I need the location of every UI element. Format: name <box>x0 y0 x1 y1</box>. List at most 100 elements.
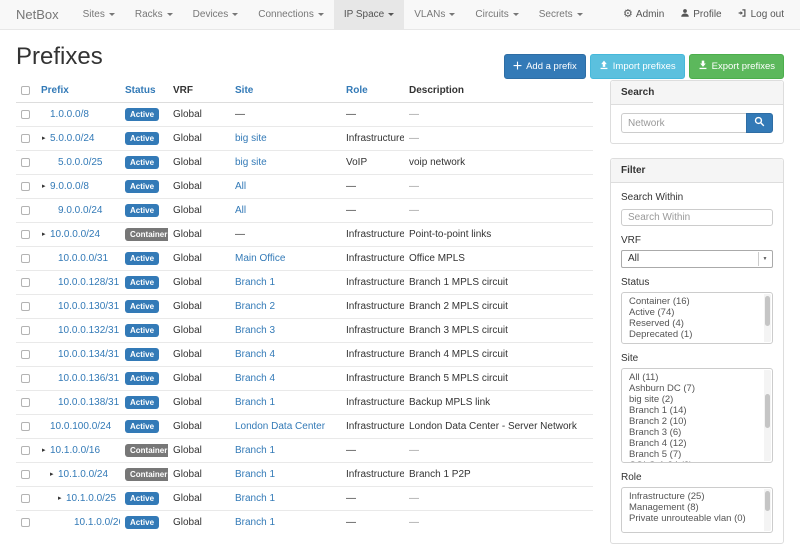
prefix-link[interactable]: 10.1.0.0/26 <box>74 517 120 528</box>
listbox-option[interactable]: Private unrouteable vlan (0) <box>622 513 762 524</box>
prefix-link[interactable]: 10.0.0.134/31 <box>58 349 119 360</box>
nav-item-sites[interactable]: Sites <box>73 0 125 29</box>
row-checkbox[interactable] <box>21 518 30 527</box>
nav-item-devices[interactable]: Devices <box>183 0 249 29</box>
row-checkbox[interactable] <box>21 302 30 311</box>
prefix-link[interactable]: 1.0.0.0/8 <box>50 109 89 120</box>
prefix-link[interactable]: 10.0.0.0/31 <box>58 253 108 264</box>
search-within-input[interactable] <box>621 209 773 226</box>
listbox-option[interactable]: Branch 3 (6) <box>622 427 762 438</box>
nav-profile-button[interactable]: Profile <box>672 0 729 29</box>
expand-caret-icon[interactable]: ▸ <box>42 446 50 454</box>
expand-caret-icon[interactable]: ▸ <box>42 182 50 190</box>
column-header-status[interactable]: Status <box>120 80 168 103</box>
row-checkbox[interactable] <box>21 494 30 503</box>
listbox-option[interactable]: Ashburn DC (7) <box>622 383 762 394</box>
row-checkbox[interactable] <box>21 374 30 383</box>
site-link[interactable]: big site <box>235 133 267 144</box>
site-link[interactable]: Branch 4 <box>235 373 275 384</box>
search-button[interactable] <box>746 113 773 133</box>
row-checkbox[interactable] <box>21 470 30 479</box>
row-checkbox[interactable] <box>21 206 30 215</box>
brand-link[interactable]: NetBox <box>0 0 73 29</box>
expand-caret-icon[interactable]: ▸ <box>58 494 66 502</box>
row-checkbox[interactable] <box>21 398 30 407</box>
row-checkbox[interactable] <box>21 230 30 239</box>
row-checkbox[interactable] <box>21 446 30 455</box>
expand-caret-icon[interactable]: ▸ <box>42 230 50 238</box>
site-link[interactable]: All <box>235 181 246 192</box>
role-listbox[interactable]: Infrastructure (25)Management (8)Private… <box>621 487 773 533</box>
site-link[interactable]: Branch 1 <box>235 445 275 456</box>
nav-item-racks[interactable]: Racks <box>125 0 183 29</box>
listbox-option[interactable]: Infrastructure (25) <box>622 491 762 502</box>
prefix-link[interactable]: 10.0.0.0/24 <box>50 229 100 240</box>
row-checkbox[interactable] <box>21 350 30 359</box>
row-checkbox[interactable] <box>21 134 30 143</box>
prefix-link[interactable]: 10.0.0.128/31 <box>58 277 119 288</box>
export-prefixes-button[interactable]: Export prefixes <box>689 54 784 79</box>
prefix-link[interactable]: 9.0.0.0/8 <box>50 181 89 192</box>
nav-item-secrets[interactable]: Secrets <box>529 0 593 29</box>
prefix-link[interactable]: 9.0.0.0/24 <box>58 205 102 216</box>
row-checkbox[interactable] <box>21 254 30 263</box>
scrollbar-thumb[interactable] <box>765 394 770 428</box>
prefix-link[interactable]: 10.0.0.132/31 <box>58 325 119 336</box>
listbox-option[interactable]: Branch 2 (10) <box>622 416 762 427</box>
site-link[interactable]: Branch 1 <box>235 517 275 528</box>
prefix-link[interactable]: 5.0.0.0/24 <box>50 133 94 144</box>
import-prefixes-button[interactable]: Import prefixes <box>590 54 685 79</box>
column-header-prefix[interactable]: Prefix <box>36 80 120 103</box>
prefix-link[interactable]: 10.0.0.138/31 <box>58 397 119 408</box>
nav-log-out-button[interactable]: Log out <box>730 0 792 29</box>
prefix-link[interactable]: 10.0.0.136/31 <box>58 373 119 384</box>
row-checkbox[interactable] <box>21 158 30 167</box>
site-link[interactable]: Branch 1 <box>235 469 275 480</box>
site-listbox[interactable]: All (11)Ashburn DC (7)big site (2)Branch… <box>621 368 773 463</box>
prefix-link[interactable]: 5.0.0.0/25 <box>58 157 102 168</box>
expand-caret-icon[interactable]: ▸ <box>50 470 58 478</box>
vrf-select[interactable]: All▼ <box>621 250 773 268</box>
site-link[interactable]: Branch 3 <box>235 325 275 336</box>
site-link[interactable]: London Data Center <box>235 421 325 432</box>
listbox-option[interactable]: All (11) <box>622 372 762 383</box>
nav-admin-button[interactable]: ⚙Admin <box>615 0 672 29</box>
site-link[interactable]: Branch 1 <box>235 397 275 408</box>
expand-caret-icon[interactable]: ▸ <box>42 134 50 142</box>
site-link[interactable]: Main Office <box>235 253 285 264</box>
site-link[interactable]: Branch 1 <box>235 277 275 288</box>
column-header-role[interactable]: Role <box>341 80 404 103</box>
prefix-link[interactable]: 10.1.0.0/24 <box>58 469 108 480</box>
listbox-option[interactable]: Reserved (4) <box>622 318 762 329</box>
site-link[interactable]: Branch 2 <box>235 301 275 312</box>
nav-item-vlans[interactable]: VLANs <box>404 0 465 29</box>
site-link[interactable]: All <box>235 205 246 216</box>
column-header-site[interactable]: Site <box>230 80 341 103</box>
listbox-option[interactable]: big site (2) <box>622 394 762 405</box>
select-all-checkbox[interactable] <box>21 86 30 95</box>
nav-item-connections[interactable]: Connections <box>248 0 334 29</box>
listbox-option[interactable]: Branch 1 (14) <box>622 405 762 416</box>
scrollbar-thumb[interactable] <box>765 491 770 511</box>
listbox-option[interactable]: Active (74) <box>622 307 762 318</box>
prefix-link[interactable]: 10.1.0.0/25 <box>66 493 116 504</box>
prefix-link[interactable]: 10.0.0.130/31 <box>58 301 119 312</box>
row-checkbox[interactable] <box>21 110 30 119</box>
prefix-link[interactable]: 10.0.100.0/24 <box>50 421 111 432</box>
row-checkbox[interactable] <box>21 422 30 431</box>
nav-item-ip-space[interactable]: IP Space <box>334 0 404 29</box>
listbox-option[interactable]: Branch 4 (12) <box>622 438 762 449</box>
site-link[interactable]: Branch 1 <box>235 493 275 504</box>
site-link[interactable]: Branch 4 <box>235 349 275 360</box>
nav-item-circuits[interactable]: Circuits <box>465 0 528 29</box>
prefix-link[interactable]: 10.1.0.0/16 <box>50 445 100 456</box>
status-listbox[interactable]: Container (16)Active (74)Reserved (4)Dep… <box>621 292 773 344</box>
listbox-option[interactable]: Container (16) <box>622 296 762 307</box>
listbox-option[interactable]: Branch 5 (7) <box>622 449 762 460</box>
add-a-prefix-button[interactable]: Add a prefix <box>504 54 586 79</box>
site-link[interactable]: big site <box>235 157 267 168</box>
listbox-option[interactable]: Deprecated (1) <box>622 329 762 340</box>
row-checkbox[interactable] <box>21 326 30 335</box>
scrollbar-thumb[interactable] <box>765 296 770 326</box>
row-checkbox[interactable] <box>21 278 30 287</box>
